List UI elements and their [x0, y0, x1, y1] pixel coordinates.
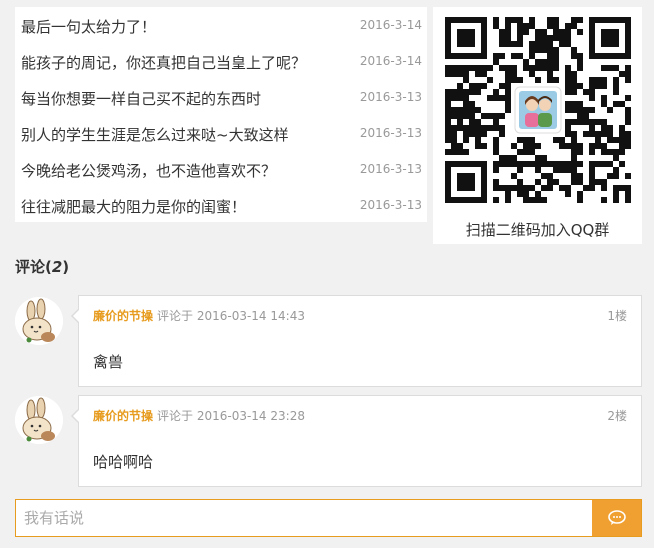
list-item[interactable]: 今晚给老公煲鸡汤，也不造他喜欢不？ 2016-3-13	[15, 151, 427, 187]
article-list: 最后一句太给力了！ 2016-3-14 能孩子的周记，你还真把自己当皇上了呢？ …	[15, 7, 427, 222]
article-title[interactable]: 往往减肥最大的阻力是你的闺蜜！	[21, 196, 246, 217]
article-date: 2016-3-14	[359, 54, 422, 68]
comment-time: 评论于 2016-03-14 23:28	[157, 409, 305, 423]
comment-card: 廉价的节操 评论于 2016-03-14 23:28 2楼 哈哈啊哈	[71, 395, 642, 487]
comments-title: 评论(2)	[15, 256, 69, 277]
comments-title-prefix: 评论(	[15, 258, 52, 276]
comment-text: 禽兽	[93, 353, 124, 371]
qr-panel: 扫描二维码加入QQ群	[433, 7, 642, 244]
rabbit-avatar	[15, 396, 63, 444]
article-title[interactable]: 能孩子的周记，你还真把自己当皇上了呢？	[21, 52, 306, 73]
rabbit-avatar	[15, 297, 63, 345]
comment-meta: 廉价的节操 评论于 2016-03-14 23:28	[93, 407, 305, 424]
avatar[interactable]	[15, 297, 63, 345]
comments-count: 2	[51, 258, 63, 276]
article-date: 2016-3-14	[359, 18, 422, 32]
comment-card: 廉价的节操 评论于 2016-03-14 14:43 1楼 禽兽	[71, 295, 642, 387]
qr-caption: 扫描二维码加入QQ群	[465, 221, 610, 239]
article-title[interactable]: 最后一句太给力了！	[21, 16, 156, 37]
comment-author[interactable]: 廉价的节操	[93, 309, 153, 323]
send-button[interactable]	[592, 500, 641, 536]
article-title[interactable]: 今晚给老公煲鸡汤，也不造他喜欢不？	[21, 160, 276, 181]
list-item[interactable]: 别人的学生生涯是怎么过来哒~大致这样 2016-3-13	[15, 115, 427, 151]
comment-floor: 1楼	[607, 309, 627, 323]
comment-floor: 2楼	[607, 409, 627, 423]
comments-title-suffix: )	[62, 258, 70, 276]
avatar[interactable]	[15, 396, 63, 444]
comment-text: 哈哈啊哈	[93, 453, 154, 471]
chat-bubble-icon	[607, 510, 626, 525]
article-title[interactable]: 每当你想要一样自己买不起的东西时	[21, 88, 261, 109]
reply-bar	[15, 499, 642, 537]
qr-code-image	[445, 17, 631, 203]
list-item[interactable]: 能孩子的周记，你还真把自己当皇上了呢？ 2016-3-14	[15, 43, 427, 79]
list-item[interactable]: 每当你想要一样自己买不起的东西时 2016-3-13	[15, 79, 427, 115]
comment-meta: 廉价的节操 评论于 2016-03-14 14:43	[93, 307, 305, 324]
article-date: 2016-3-13	[359, 162, 422, 176]
comment-time: 评论于 2016-03-14 14:43	[157, 309, 305, 323]
list-item[interactable]: 最后一句太给力了！ 2016-3-14	[15, 7, 427, 43]
article-title[interactable]: 别人的学生生涯是怎么过来哒~大致这样	[21, 124, 289, 145]
list-item[interactable]: 往往减肥最大的阻力是你的闺蜜！ 2016-3-13	[15, 187, 427, 223]
two-people-icon	[514, 86, 562, 134]
article-date: 2016-3-13	[359, 90, 422, 104]
article-date: 2016-3-13	[359, 198, 422, 212]
article-date: 2016-3-13	[359, 126, 422, 140]
comment-author[interactable]: 廉价的节操	[93, 409, 153, 423]
comment-input[interactable]	[16, 500, 593, 536]
